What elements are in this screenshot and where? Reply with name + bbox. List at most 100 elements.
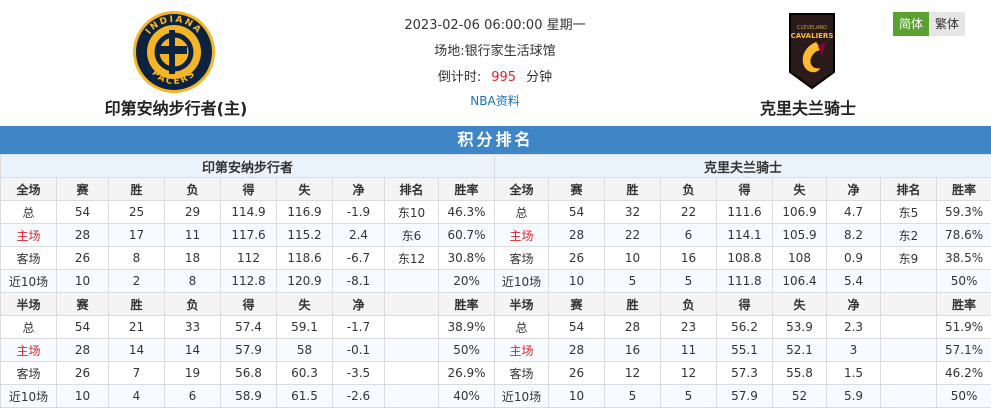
table-row-cell: 115.2 bbox=[276, 223, 333, 247]
simplified-chinese-button[interactable]: 简体 bbox=[893, 12, 930, 36]
table-row: 总 54 21 33 57.4 59.1 -1.7 38.9% bbox=[0, 315, 496, 339]
table-row-cell: 54 bbox=[56, 200, 109, 224]
table-header-row-cell: 胜率 bbox=[437, 292, 496, 316]
table-row-cell: 60.7% bbox=[437, 223, 496, 247]
table-row-cell: 8.2 bbox=[826, 223, 881, 247]
table-row-cell: 5.4 bbox=[826, 269, 881, 293]
table-row-cell bbox=[880, 315, 937, 339]
table-row-cell: 5 bbox=[604, 384, 661, 408]
table-row: 客场 26 7 19 56.8 60.3 -3.5 26.9% bbox=[0, 361, 496, 385]
table-row-cell: 55.8 bbox=[772, 361, 827, 385]
table-row-cell: 客场 bbox=[0, 246, 57, 270]
match-countdown: 倒计时: 995 分钟 bbox=[380, 66, 610, 85]
table-row-cell: 3 bbox=[826, 338, 881, 362]
svg-text:CLEVELAND: CLEVELAND bbox=[797, 25, 827, 31]
table-row-cell: 21 bbox=[108, 315, 165, 339]
table-row-cell: 1.5 bbox=[826, 361, 881, 385]
table-row-cell bbox=[880, 338, 937, 362]
nba-info-link[interactable]: NBA资料 bbox=[380, 92, 610, 109]
table-row-cell: -1.7 bbox=[332, 315, 385, 339]
table-row-cell: 东5 bbox=[880, 200, 937, 224]
table-row-cell: 主场 bbox=[494, 338, 549, 362]
table-row-cell: -3.5 bbox=[332, 361, 385, 385]
table-row-cell: 近10场 bbox=[494, 384, 549, 408]
table-header-row: 半场赛胜负得失净 胜率 bbox=[0, 292, 496, 316]
table-row-cell: 5 bbox=[660, 269, 717, 293]
table-row-cell: 近10场 bbox=[0, 384, 57, 408]
home-table-title: 印第安纳步行者 bbox=[0, 154, 496, 178]
table-row-cell: 4 bbox=[108, 384, 165, 408]
away-standings-table: 克里夫兰骑士 全场赛胜负得失净排名 胜率总 54 32 22 111.6 106.9 4.7 东… bbox=[493, 154, 991, 408]
table-header-row-cell: 全场 bbox=[0, 177, 57, 201]
table-header-row-cell: 赛 bbox=[56, 177, 109, 201]
table-row-cell: 54 bbox=[56, 315, 109, 339]
table-row-cell: 117.6 bbox=[220, 223, 277, 247]
traditional-chinese-button[interactable]: 繁体 bbox=[929, 12, 966, 36]
table-header-row-cell: 负 bbox=[660, 177, 717, 201]
table-row-cell: 61.5 bbox=[276, 384, 333, 408]
table-row: 总 54 28 23 56.2 53.9 2.3 51.9% bbox=[494, 315, 991, 339]
table-row-cell: 57.1% bbox=[935, 338, 991, 362]
table-header-row-cell: 全场 bbox=[494, 177, 549, 201]
table-row-cell: 17 bbox=[108, 223, 165, 247]
table-row-cell: 46.3% bbox=[437, 200, 496, 224]
table-row-cell: -2.6 bbox=[332, 384, 385, 408]
home-table-body: 印第安纳步行者 全场赛胜负得失净排名 胜率总 54 25 29 114.9 116.9 -1.… bbox=[0, 154, 496, 408]
table-header-row-cell: 赛 bbox=[548, 177, 605, 201]
table-row-cell: 10 bbox=[548, 384, 605, 408]
table-row: 客场 26 8 18 112 118.6 -6.7 东12 30.8% bbox=[0, 246, 496, 270]
table-row-cell: 38.5% bbox=[935, 246, 991, 270]
table-row-cell: 近10场 bbox=[494, 269, 549, 293]
table-row-cell bbox=[384, 338, 439, 362]
table-header-row-cell: 赛 bbox=[56, 292, 109, 316]
table-row-cell: 东6 bbox=[384, 223, 439, 247]
table-row-cell: 客场 bbox=[494, 246, 549, 270]
table-header-row-cell: 失 bbox=[276, 292, 333, 316]
table-row-cell: 12 bbox=[660, 361, 717, 385]
table-header-row-cell: 失 bbox=[772, 177, 827, 201]
table-row-cell: 114.9 bbox=[220, 200, 277, 224]
table-row-cell: 10 bbox=[56, 384, 109, 408]
table-row-cell: 51.9% bbox=[935, 315, 991, 339]
language-switch: 简体 繁体 bbox=[893, 12, 966, 36]
table-row-cell: 26 bbox=[56, 361, 109, 385]
away-team-name: 克里夫兰骑士 bbox=[759, 99, 856, 118]
table-row: 主场 28 22 6 114.1 105.9 8.2 东2 78.6% bbox=[494, 223, 991, 247]
table-row-cell: 54 bbox=[548, 315, 605, 339]
table-row-cell: 40% bbox=[437, 384, 496, 408]
table-row: 近10场 10 2 8 112.8 120.9 -8.1 20% bbox=[0, 269, 496, 293]
table-row-cell: 2 bbox=[108, 269, 165, 293]
table-row-cell: 30.8% bbox=[437, 246, 496, 270]
table-header-row: 全场赛胜负得失净排名 胜率 bbox=[0, 177, 496, 201]
table-header-row-cell: 净 bbox=[826, 292, 881, 316]
table-row: 客场 26 12 12 57.3 55.8 1.5 46.2% bbox=[494, 361, 991, 385]
table-row-cell: 东2 bbox=[880, 223, 937, 247]
table-row-cell bbox=[384, 361, 439, 385]
table-row-cell: 52 bbox=[772, 384, 827, 408]
table-row-cell: 14 bbox=[164, 338, 221, 362]
table-row-cell: 5 bbox=[660, 384, 717, 408]
table-row-cell: 近10场 bbox=[0, 269, 57, 293]
table-header-row-cell: 净 bbox=[826, 177, 881, 201]
table-row-cell: 8 bbox=[108, 246, 165, 270]
table-row-cell: 6 bbox=[660, 223, 717, 247]
table-row: 总 54 32 22 111.6 106.9 4.7 东5 59.3% bbox=[494, 200, 991, 224]
away-table-title: 克里夫兰骑士 bbox=[493, 154, 991, 178]
table-row: 客场 26 10 16 108.8 108 0.9 东9 38.5% bbox=[494, 246, 991, 270]
table-row-cell: 14 bbox=[108, 338, 165, 362]
table-row-cell: 58 bbox=[276, 338, 333, 362]
table-row-cell: 25 bbox=[108, 200, 165, 224]
table-row-cell: 78.6% bbox=[935, 223, 991, 247]
table-row-cell: 10 bbox=[56, 269, 109, 293]
countdown-label: 倒计时: bbox=[437, 70, 482, 85]
table-row-cell: 16 bbox=[660, 246, 717, 270]
table-header-row-cell: 负 bbox=[660, 292, 717, 316]
table-row-cell: 108 bbox=[772, 246, 827, 270]
table-header-row-cell: 排名 bbox=[880, 177, 937, 201]
table-row-cell: 7 bbox=[108, 361, 165, 385]
table-row-cell: 106.9 bbox=[772, 200, 827, 224]
table-row-cell: 主场 bbox=[0, 223, 57, 247]
table-header-row-cell: 负 bbox=[164, 177, 221, 201]
table-row-cell: 57.3 bbox=[716, 361, 773, 385]
table-row: 总 54 25 29 114.9 116.9 -1.9 东10 46.3% bbox=[0, 200, 496, 224]
